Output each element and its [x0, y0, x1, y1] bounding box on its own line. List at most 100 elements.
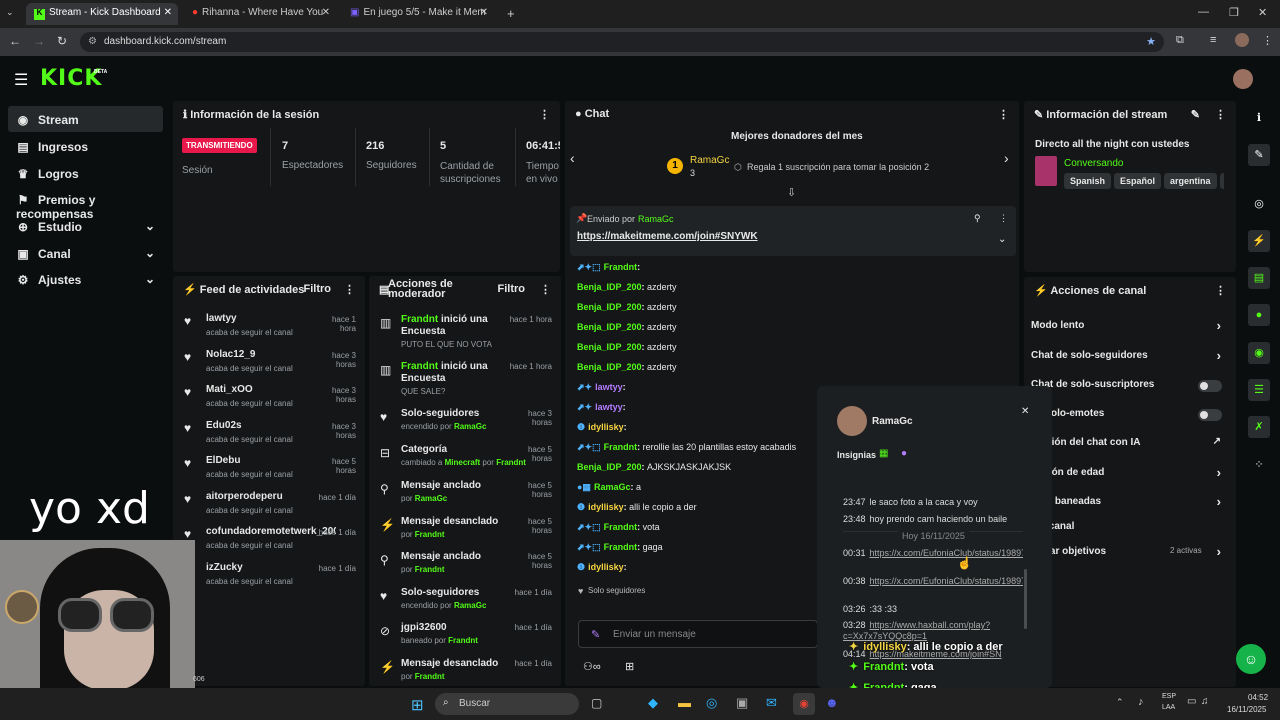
lang-label[interactable]: ESP: [1162, 693, 1176, 700]
chat-username[interactable]: Benja_IDP_200: [577, 362, 642, 372]
new-tab-icon[interactable]: +: [507, 6, 515, 21]
widgets-icon[interactable]: ◆: [648, 695, 658, 711]
close-tab-icon[interactable]: ✕: [322, 7, 330, 18]
toggle-switch[interactable]: [1198, 409, 1222, 421]
chat-username[interactable]: Benja_IDP_200: [577, 282, 642, 292]
mod-action-item[interactable]: ⊟ Categoría cambiado a Minecraft por Frand…: [372, 443, 558, 477]
mod-action-item[interactable]: ▥ Frandnt inició una Encuesta QUE SALE? hac…: [372, 360, 558, 396]
minimize-icon[interactable]: —: [1198, 6, 1209, 18]
tab-make-it-meme[interactable]: ▣ En juego 5/5 - Make it Mem ✕: [342, 3, 494, 25]
pinned-link[interactable]: https://makeitmeme.com/join#SNYWK: [577, 231, 758, 242]
chat-username[interactable]: idyllisky: [588, 562, 624, 572]
popup-text[interactable]: https://x.com/EufoniaClub/status/1989784…: [870, 576, 1023, 586]
chat-username[interactable]: lawtyy: [595, 402, 623, 412]
mod-sub-user[interactable]: Frandnt: [415, 565, 445, 574]
mod-action-item[interactable]: ⚲ Mensaje anclado por Frandnt hace 5 horas: [372, 550, 558, 584]
filter-button[interactable]: Filtro: [304, 283, 332, 295]
feed-item[interactable]: ♥ ElDebu acaba de seguir el canal hace 5 ho…: [176, 453, 362, 487]
panel-menu-icon[interactable]: ⋮: [539, 108, 550, 121]
feed-item[interactable]: ♥ Nolac12_9 acaba de seguir el canal hace 3…: [176, 347, 362, 381]
microphone-icon[interactable]: ♪: [1138, 696, 1144, 708]
chat-username[interactable]: idyllisky: [588, 422, 624, 432]
mod-action-item[interactable]: ♥ Solo-seguidores encendido por RamaGc hace…: [372, 586, 558, 620]
support-chat-icon[interactable]: ☺: [1236, 644, 1266, 674]
channel-action-item[interactable]: oras baneadas ›: [1031, 494, 1231, 514]
feed-item[interactable]: ♥ lawtyy acaba de seguir el canal hace 1 ho…: [176, 311, 362, 345]
unpin-icon[interactable]: ⚲: [974, 213, 981, 224]
feed-item[interactable]: ♥ Mati_xOO acaba de seguir el canal hace 3 …: [176, 382, 362, 416]
layout-icon[interactable]: ☰: [1248, 379, 1270, 401]
edge-icon[interactable]: ◎: [706, 695, 717, 711]
popup-scrollbar[interactable]: [1024, 569, 1027, 629]
chat-username[interactable]: RamaGc: [594, 482, 631, 492]
address-bar[interactable]: ⚙ dashboard.kick.com/stream ★: [80, 32, 1164, 52]
wrench-icon[interactable]: ✗: [1248, 416, 1270, 438]
donor-name[interactable]: RamaGc: [690, 155, 729, 166]
mod-sub-user[interactable]: RamaGc: [454, 422, 486, 431]
popup-text[interactable]: https://x.com/EufoniaClub/status/1989784…: [870, 548, 1023, 558]
feed-item[interactable]: ♥izZuckyacaba de seguir el canalhace 1 d…: [176, 560, 362, 594]
tab-rihanna[interactable]: ● Rihanna - Where Have You ✕: [184, 3, 336, 25]
panel-menu-icon[interactable]: ⋮: [1215, 108, 1226, 121]
taskbar-search[interactable]: ⌕ Buscar: [435, 693, 579, 715]
chrome-icon[interactable]: ◉: [793, 693, 815, 715]
panel-menu-icon[interactable]: ⋮: [540, 283, 551, 296]
camera-icon[interactable]: ◎: [1248, 193, 1270, 215]
tab-list-icon[interactable]: ⌄: [6, 8, 14, 17]
channel-action-item[interactable]: Chat de solo-suscriptores: [1031, 377, 1231, 397]
more-tools-icon[interactable]: ⁘: [1248, 454, 1270, 476]
mod-action-item[interactable]: ▥ Frandnt inició una Encuesta PUTO EL QUE …: [372, 313, 558, 349]
donors-prev-icon[interactable]: ‹: [570, 150, 575, 166]
mod-action-item[interactable]: ♥ Solo-seguidores encendido por RamaGc hace…: [372, 407, 558, 441]
clipboard-icon[interactable]: ▤: [1248, 267, 1270, 289]
nav-item-logros[interactable]: ♛ Logros: [8, 160, 163, 186]
chevron-down-icon[interactable]: ⌄: [998, 234, 1006, 245]
chat-username[interactable]: Frandnt: [604, 442, 638, 452]
feed-item[interactable]: ♥ aitorperodeperu acaba de seguir el canal…: [176, 489, 362, 523]
volume-icon[interactable]: ♫: [1201, 696, 1209, 707]
bookmark-star-icon[interactable]: ★: [1146, 35, 1156, 48]
gift-icon[interactable]: ⊞: [625, 660, 634, 673]
close-icon[interactable]: ✕: [1021, 406, 1029, 417]
mod-sub-user[interactable]: RamaGc: [415, 494, 447, 503]
user-card-name[interactable]: RamaGc: [872, 416, 913, 427]
nav-item-premios[interactable]: ⚑ Premios y recompensas: [8, 186, 163, 221]
info-icon[interactable]: ℹ: [1248, 107, 1270, 129]
tag[interactable]: Español: [1114, 173, 1162, 189]
pinned-by-user[interactable]: RamaGc: [638, 214, 674, 224]
pinned-menu-icon[interactable]: ⋮: [999, 213, 1008, 224]
extensions-icon[interactable]: ⧉: [1176, 34, 1184, 47]
discord-icon[interactable]: ☻: [825, 695, 839, 710]
tab-kick-dashboard[interactable]: K Stream - Kick Dashboard ✕: [26, 3, 178, 25]
broadcast-icon[interactable]: ◉: [1248, 342, 1270, 364]
url-text[interactable]: dashboard.kick.com/stream: [104, 36, 226, 47]
chat-username[interactable]: Benja_IDP_200: [577, 342, 642, 352]
panel-menu-icon[interactable]: ⋮: [344, 283, 355, 296]
store-icon[interactable]: ▣: [736, 695, 748, 711]
chat-username[interactable]: lawtyy: [595, 382, 623, 392]
chat-username[interactable]: Frandnt: [604, 262, 638, 272]
mod-action-item[interactable]: ⚲ Mensaje anclado por RamaGc hace 5 horas: [372, 479, 558, 513]
nav-item-stream[interactable]: ◉ Stream: [8, 106, 163, 132]
nav-item-canal[interactable]: ▣ Canal ⌄: [8, 240, 163, 266]
stream-category[interactable]: Conversando: [1064, 158, 1123, 169]
tag[interactable]: ch: [1219, 173, 1224, 189]
maximize-icon[interactable]: ❐: [1229, 6, 1239, 19]
edit-icon[interactable]: ✎: [1248, 144, 1270, 166]
panel-menu-icon[interactable]: ⋮: [1215, 284, 1226, 297]
filter-button[interactable]: Filtro: [498, 283, 526, 295]
chat-icon[interactable]: ●: [1248, 304, 1270, 326]
channel-action-item[interactable]: ricción de edad ›: [1031, 465, 1231, 485]
network-icon[interactable]: ▭: [1187, 696, 1196, 707]
chat-username[interactable]: Benja_IDP_200: [577, 462, 642, 472]
chat-input[interactable]: ✎ Enviar un mensaje: [578, 620, 818, 648]
nav-item-estudio[interactable]: ⊕ Estudio ⌄: [8, 213, 163, 239]
collapse-icon[interactable]: ⇩: [787, 186, 796, 199]
emote-icon[interactable]: ⚇∞: [583, 660, 601, 673]
edit-icon[interactable]: ✎: [1191, 108, 1200, 121]
mod-sub-user[interactable]: RamaGc: [454, 601, 486, 610]
tag[interactable]: Spanish: [1064, 173, 1112, 189]
hamburger-menu-icon[interactable]: ☰: [14, 70, 28, 90]
channel-action-item[interactable]: eración del chat con IA ↗: [1031, 435, 1231, 455]
channel-action-item[interactable]: Chat de solo-seguidores ›: [1031, 348, 1231, 368]
